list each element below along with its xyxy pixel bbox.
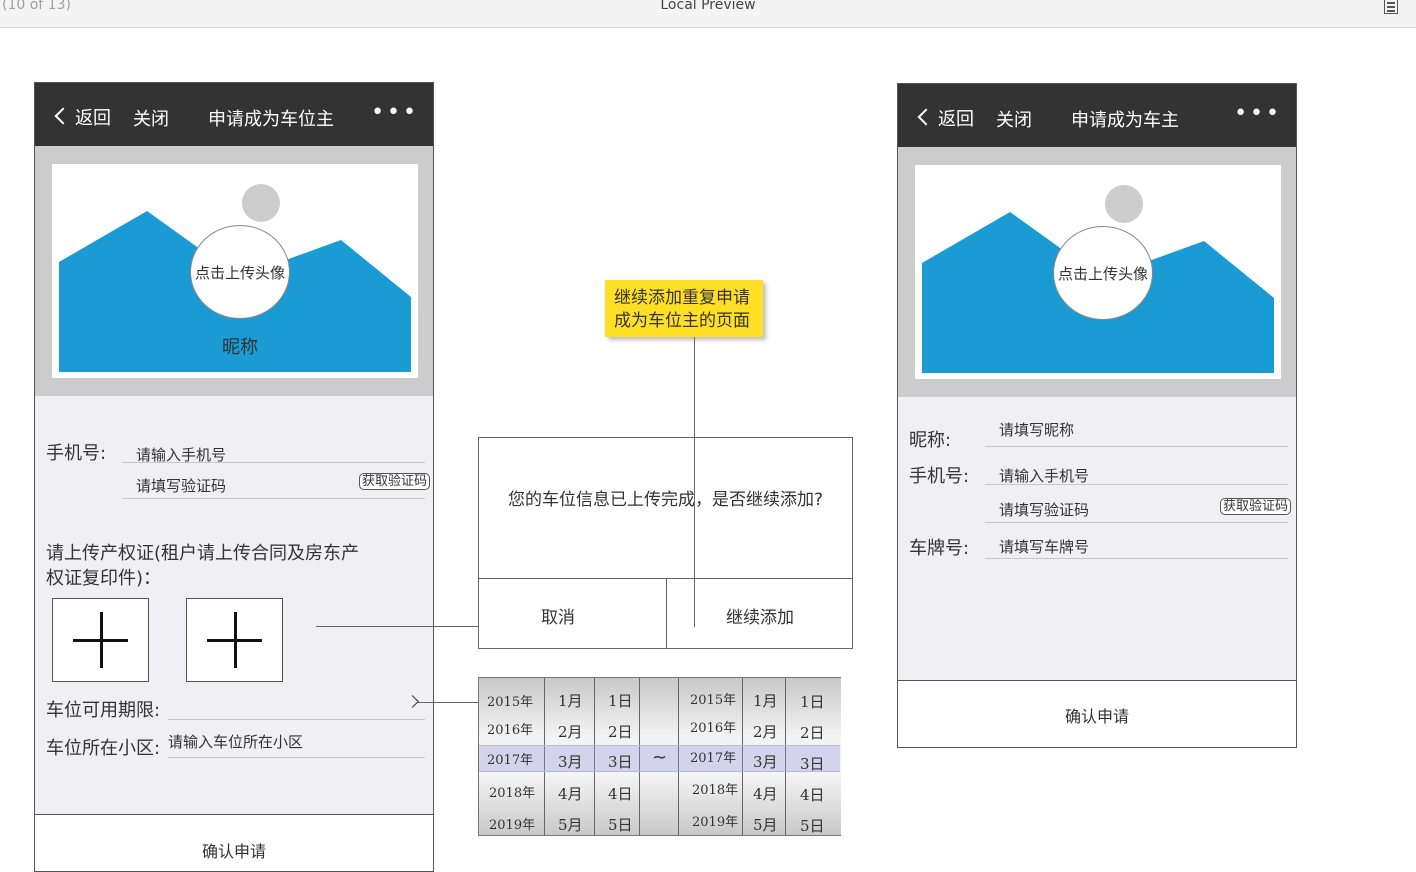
picker-year-end[interactable]: 2016年 [690, 717, 736, 736]
dialog-message: 您的车位信息已上传完成，是否继续添加? [507, 490, 824, 510]
page-title: 申请成为车主 [1071, 110, 1179, 131]
nickname-label: 昵称: [909, 430, 952, 451]
plate-underline [985, 558, 1288, 559]
continue-add-button[interactable]: 继续添加 [726, 603, 794, 628]
picker-day[interactable]: 2日 [608, 721, 633, 742]
upload-avatar-button[interactable]: 点击上传头像 [190, 225, 290, 319]
code-input[interactable]: 请填写验证码 [999, 499, 1089, 520]
community-label: 车位所在小区: [46, 738, 161, 759]
upload-avatar-button[interactable]: 点击上传头像 [1053, 226, 1153, 320]
picker-day-end[interactable]: 4日 [800, 784, 825, 805]
picker-month-end[interactable]: 5月 [753, 814, 778, 835]
plate-label: 车牌号: [909, 538, 970, 559]
page-title: 申请成为车位主 [208, 109, 334, 130]
more-icon[interactable]: ••• [371, 102, 419, 124]
picker-year[interactable]: 2016年 [487, 719, 533, 738]
picker-month[interactable]: 3月 [558, 751, 583, 772]
phone-input[interactable]: 请输入手机号 [999, 465, 1089, 486]
picker-year[interactable]: 2019年 [489, 814, 535, 833]
phone-apply-car-owner: 返回 关闭 申请成为车主 ••• 点击上传头像 昵称: 请填写昵称 手机号: 请… [897, 83, 1297, 748]
picker-year[interactable]: 2017年 [487, 749, 533, 768]
community-underline [168, 757, 425, 758]
submit-button[interactable]: 确认申请 [35, 814, 433, 871]
picker-day-end[interactable]: 3日 [800, 753, 825, 774]
get-code-button[interactable]: 获取验证码 [359, 473, 431, 490]
code-input-underline [122, 498, 425, 499]
profile-banner: 点击上传头像 [898, 147, 1296, 397]
picker-month[interactable]: 4月 [558, 783, 583, 804]
upload-button-1[interactable] [52, 598, 149, 682]
connector-line-picker [418, 702, 478, 703]
document-icon[interactable] [1384, 0, 1398, 14]
picker-month[interactable]: 1月 [558, 690, 583, 711]
plus-icon-vertical [234, 612, 237, 668]
nickname-underline [985, 446, 1288, 447]
submit-button[interactable]: 确认申请 [898, 680, 1296, 747]
nickname-input[interactable]: 请填写昵称 [999, 419, 1074, 440]
picker-month-end[interactable]: 2月 [753, 721, 778, 742]
picker-year-end[interactable]: 2015年 [690, 689, 736, 708]
picker-month[interactable]: 2月 [558, 721, 583, 742]
back-button[interactable]: 返回 [917, 105, 974, 131]
close-button[interactable]: 关闭 [133, 105, 169, 131]
back-button[interactable]: 返回 [54, 104, 111, 130]
community-input[interactable]: 请输入车位所在小区 [168, 731, 303, 752]
confirm-dialog: 您的车位信息已上传完成，是否继续添加? 取消 继续添加 [478, 437, 853, 649]
picker-month-end[interactable]: 1月 [753, 690, 778, 711]
period-underline [168, 719, 425, 720]
picker-day[interactable]: 4日 [608, 783, 633, 804]
picker-year-end[interactable]: 2018年 [692, 779, 738, 798]
nav-header: 返回 关闭 申请成为车主 ••• [898, 84, 1296, 147]
picker-year-end[interactable]: 2017年 [690, 747, 736, 766]
connector-line [316, 626, 478, 627]
sun-circle [1105, 185, 1143, 223]
phone-underline [985, 484, 1288, 485]
plate-input[interactable]: 请填写车牌号 [999, 536, 1089, 557]
phone-apply-parking-owner: 返回 关闭 申请成为车位主 ••• 点击上传头像 昵称 手机号: 请输入手机号 … [34, 82, 434, 872]
nickname-text: 昵称 [222, 337, 258, 358]
picker-day[interactable]: 1日 [608, 690, 633, 711]
phone-input-underline [122, 462, 425, 463]
picker-day-end[interactable]: 2日 [800, 722, 825, 743]
nav-header: 返回 关闭 申请成为车位主 ••• [35, 83, 433, 146]
picker-year-end[interactable]: 2019年 [692, 811, 738, 830]
profile-banner: 点击上传头像 昵称 [35, 146, 433, 396]
picker-day[interactable]: 5日 [608, 814, 633, 835]
phone-label: 手机号: [909, 466, 970, 487]
preview-toolbar: (10 of 13) Local Preview [0, 0, 1416, 28]
dialog-button-divider [666, 578, 667, 648]
more-icon[interactable]: ••• [1234, 103, 1282, 125]
note-connector-line [694, 337, 695, 627]
range-separator: ~ [652, 747, 668, 768]
date-range-picker[interactable]: 2015年 2016年 2017年 2018年 2019年 1月 2月 3月 4… [478, 677, 841, 836]
picker-year[interactable]: 2015年 [487, 691, 533, 710]
upload-label: 请上传产权证(租户请上传合同及房东产 权证复印件)： [46, 543, 360, 589]
close-button[interactable]: 关闭 [996, 106, 1032, 132]
sun-circle [242, 184, 280, 222]
period-label: 车位可用期限: [46, 700, 161, 721]
picker-month-end[interactable]: 3月 [753, 751, 778, 772]
code-underline [985, 522, 1288, 523]
chevron-left-icon [54, 107, 72, 125]
annotation-note: 继续添加重复申请 成为车位主的页面 [605, 280, 763, 337]
picker-month-end[interactable]: 4月 [753, 783, 778, 804]
phone-label: 手机号: [46, 443, 107, 464]
code-input[interactable]: 请填写验证码 [136, 475, 226, 496]
picker-month[interactable]: 5月 [558, 814, 583, 835]
get-code-button[interactable]: 获取验证码 [1220, 498, 1292, 515]
cancel-button[interactable]: 取消 [541, 603, 575, 628]
chevron-left-icon [917, 108, 935, 126]
picker-year[interactable]: 2018年 [489, 782, 535, 801]
chevron-right-icon[interactable] [406, 695, 419, 708]
plus-icon-vertical [100, 612, 103, 668]
picker-day-end[interactable]: 5日 [800, 815, 825, 836]
picker-day-end[interactable]: 1日 [800, 691, 825, 712]
preview-title: Local Preview [660, 0, 756, 13]
upload-button-2[interactable] [186, 598, 283, 682]
picker-day[interactable]: 3日 [608, 751, 633, 772]
